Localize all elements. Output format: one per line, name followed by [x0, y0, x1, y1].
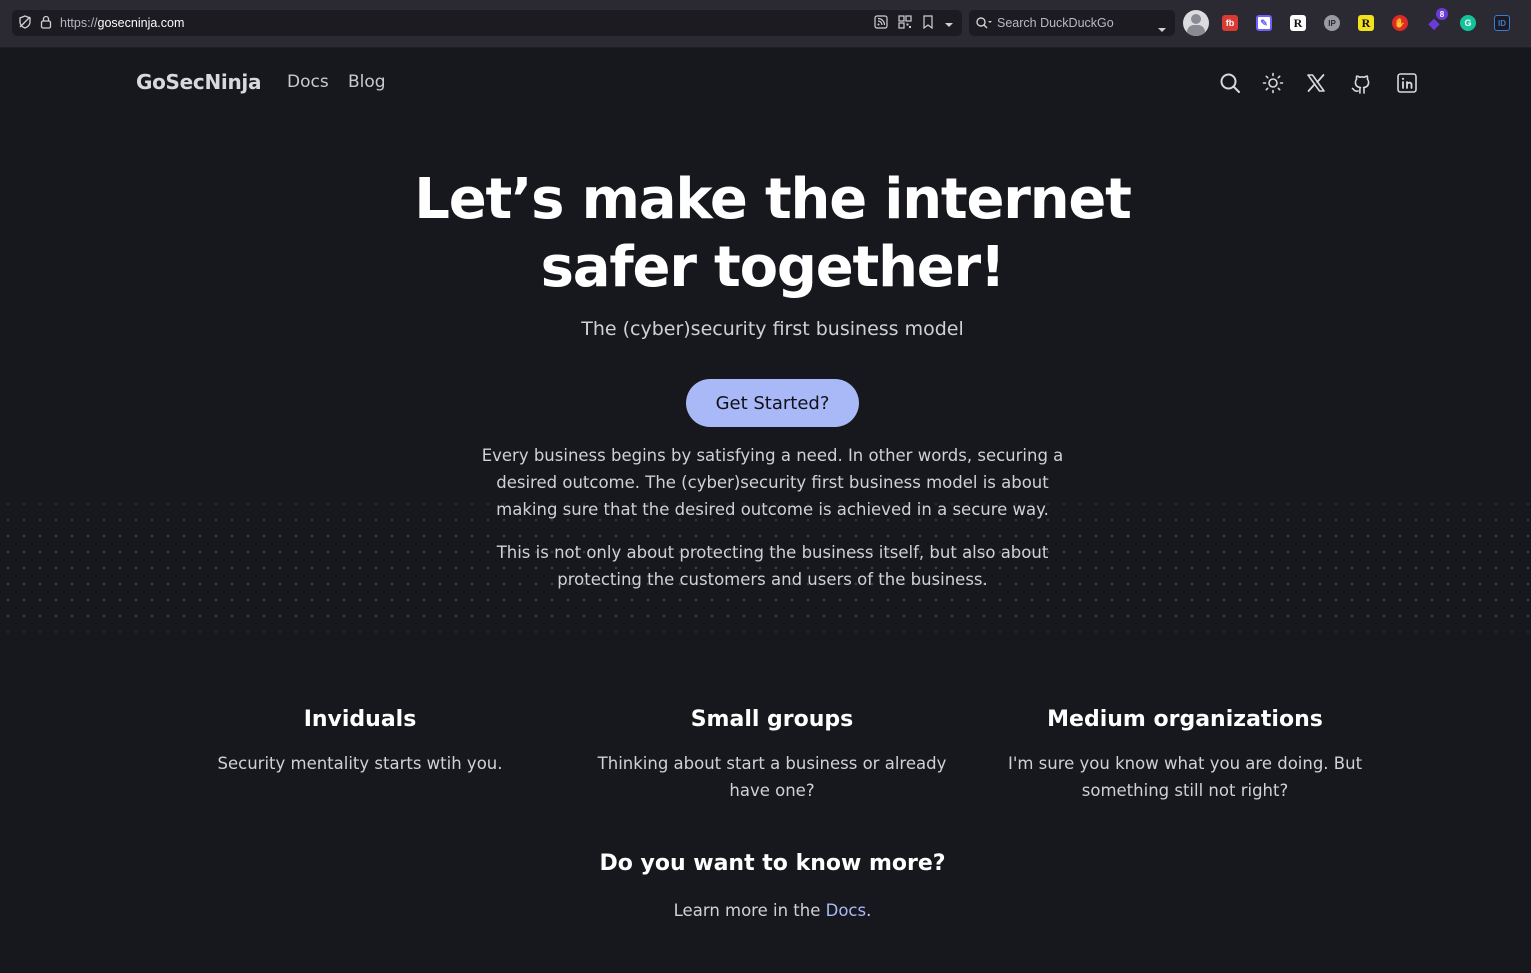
address-bar[interactable]: https://gosecninja.com [12, 10, 962, 36]
site-header: GoSecNinja Docs Blog [0, 49, 1531, 119]
feature-small-groups: Small groups Thinking about start a busi… [582, 703, 962, 804]
feature-medium-organizations: Medium organizations I'm sure you know w… [995, 703, 1375, 804]
know-more-suffix: . [866, 901, 872, 920]
url-text[interactable]: https://gosecninja.com [60, 16, 184, 30]
feature-individuals: Inviduals Security mentality starts wtih… [170, 703, 550, 777]
header-actions [1218, 71, 1419, 95]
linkedin-icon[interactable] [1395, 71, 1419, 95]
hero-title: Let’s make the internet safer together! [414, 167, 1132, 300]
know-more-prefix: Learn more in the [673, 901, 826, 920]
notes-label: ✎ [1256, 15, 1272, 31]
x-twitter-icon[interactable] [1304, 71, 1328, 95]
ip-extension-icon[interactable]: IP [1319, 10, 1345, 36]
notification-badge: 8 [1436, 8, 1448, 20]
ip-label: IP [1324, 15, 1340, 31]
github-icon[interactable] [1349, 71, 1373, 95]
feature-description: Thinking about start a business or alrea… [597, 754, 947, 800]
feature-title: Small groups [690, 707, 854, 732]
hero-paragraph-1: Every business begins by satisfying a ne… [481, 446, 1064, 519]
brand-logo[interactable]: GoSecNinja [136, 70, 261, 94]
theme-toggle-sun-icon[interactable] [1261, 71, 1285, 95]
id-extension-icon[interactable]: ID [1489, 10, 1515, 36]
readability-extension-icon[interactable]: R [1353, 10, 1379, 36]
chevron-down-icon[interactable] [1157, 19, 1167, 38]
todoist-label: fb [1222, 15, 1238, 31]
tags-extension-icon[interactable]: ◆ 8 [1421, 8, 1448, 36]
search-placeholder: Search DuckDuckGo [997, 16, 1114, 30]
stop-label: ✋ [1392, 15, 1408, 31]
feature-title: Inviduals [303, 707, 417, 732]
docs-link[interactable]: Docs [826, 901, 866, 920]
readability-label: R [1358, 15, 1374, 31]
readwise-label: R [1290, 15, 1306, 31]
feature-description: Security mentality starts wtih you. [217, 754, 503, 773]
browser-toolbar: https://gosecninja.com Search DuckDuckGo [0, 0, 1531, 48]
search-bar[interactable]: Search DuckDuckGo [969, 10, 1175, 36]
search-icon[interactable] [1218, 71, 1242, 95]
todoist-extension-icon[interactable]: fb [1217, 10, 1243, 36]
hero-paragraph-2: This is not only about protecting the bu… [496, 543, 1049, 589]
feature-description: I'm sure you know what you are doing. Bu… [1007, 754, 1363, 800]
nav-link-blog[interactable]: Blog [348, 72, 386, 92]
nav-link-docs[interactable]: Docs [287, 72, 329, 92]
url-scheme: https:// [60, 16, 98, 30]
get-started-button[interactable]: Get Started? [686, 379, 859, 427]
lock-icon[interactable] [40, 14, 52, 33]
qr-code-icon[interactable] [898, 14, 912, 33]
hero-subtitle: The (cyber)security first business model [581, 318, 964, 340]
url-host: gosecninja.com [97, 16, 185, 30]
feature-title: Medium organizations [1047, 707, 1323, 732]
notes-extension-icon[interactable]: ✎ [1251, 10, 1277, 36]
extensions-toolbar: fb ✎ R IP R ✋ ◆ 8 G ID [1183, 8, 1515, 38]
chevron-down-icon[interactable] [944, 14, 954, 33]
search-engine-icon[interactable] [975, 16, 993, 30]
profile-avatar[interactable] [1183, 10, 1209, 36]
know-more-heading: Do you want to know more? [599, 851, 946, 876]
bookmark-icon[interactable] [922, 14, 934, 33]
know-more-text: Learn more in the Docs. [0, 901, 1531, 920]
grammarly-extension-icon[interactable]: G [1455, 10, 1481, 36]
id-label: ID [1494, 15, 1510, 31]
rss-icon[interactable] [874, 14, 888, 33]
stop-hand-extension-icon[interactable]: ✋ [1387, 10, 1413, 36]
tracking-protection-icon[interactable] [18, 14, 32, 33]
grammarly-label: G [1460, 15, 1476, 31]
readwise-extension-icon[interactable]: R [1285, 10, 1311, 36]
